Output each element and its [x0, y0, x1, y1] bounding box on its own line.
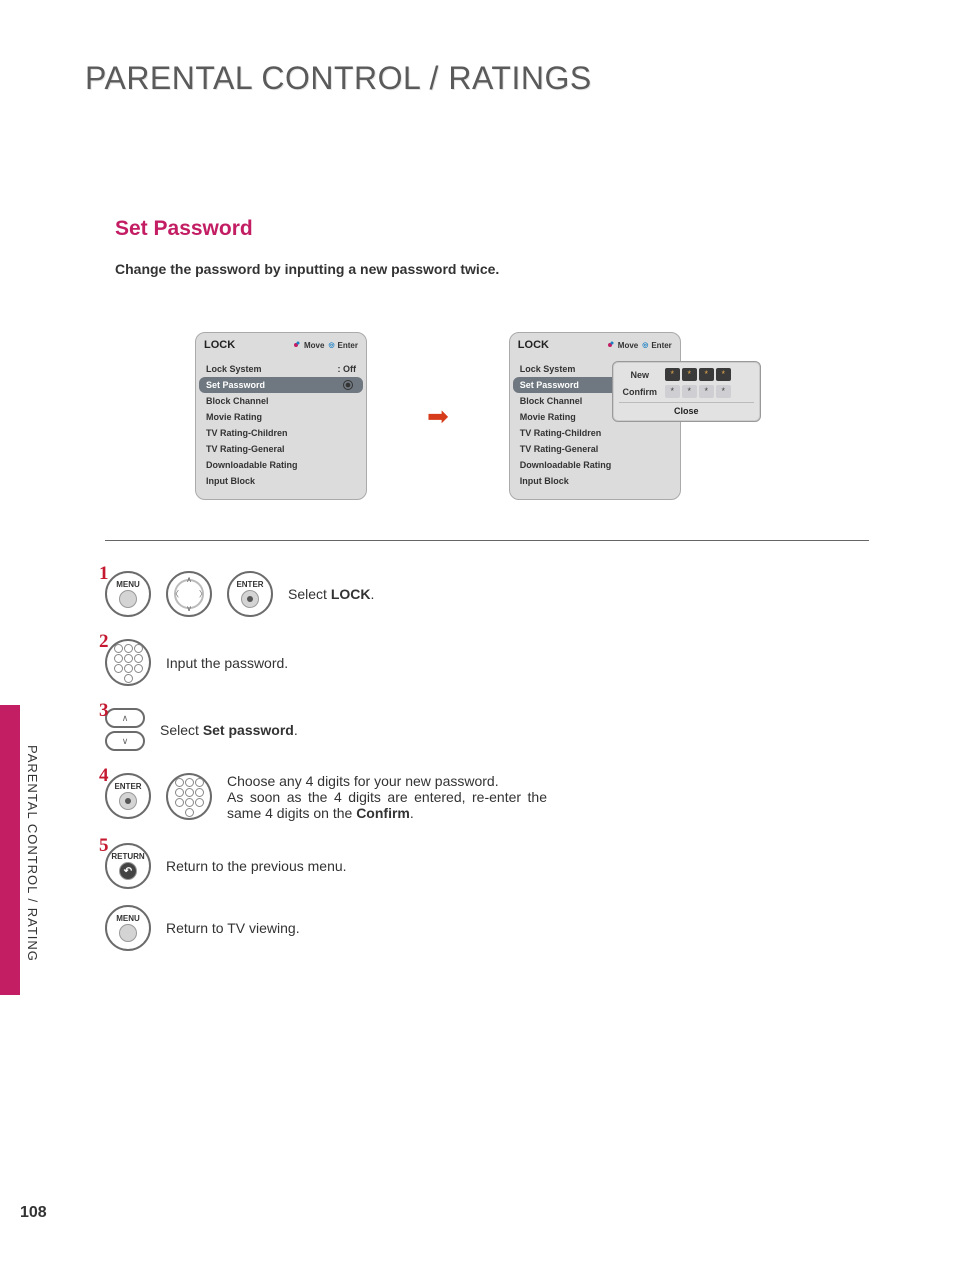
step-5: 5 RETURN ↶ Return to the previous menu. — [105, 843, 869, 889]
remote-menu-button: MENU — [105, 905, 151, 951]
button-label: MENU — [116, 914, 140, 923]
button-label: MENU — [116, 580, 140, 589]
step-6: MENU Return to TV viewing. — [105, 905, 869, 951]
osd-title: LOCK — [518, 339, 601, 351]
osd-title: LOCK — [204, 339, 287, 351]
pin-cell: * — [716, 385, 731, 398]
spine-title: PARENTAL CONTROL / RATING — [25, 745, 40, 962]
pin-cell: * — [665, 368, 680, 381]
password-popup: New * * * * Confirm * * * * — [612, 361, 761, 422]
step-text: Choose any 4 digits for your new passwor… — [227, 773, 547, 821]
popup-new-label: New — [619, 370, 661, 380]
osd-item-tv-rating-children: TV Rating-Children — [510, 425, 680, 441]
remote-updown-icon: ∧ ∨ — [105, 708, 145, 751]
step-2: 2 Input the password. — [105, 639, 869, 686]
page-number: 108 — [20, 1204, 47, 1222]
enter-label: Enter — [651, 341, 671, 350]
osd-menu-left: LOCK Move ◎ Enter Lock System: Off Set Pa… — [195, 332, 367, 500]
remote-menu-button: MENU — [105, 571, 151, 617]
enter-icon: ◎ — [328, 341, 334, 349]
pin-cell: * — [699, 368, 714, 381]
osd-item-downloadable-rating: Downloadable Rating — [510, 457, 680, 473]
step-number: 2 — [99, 631, 109, 653]
step-text: Return to the previous menu. — [166, 858, 347, 874]
remote-number-pad-icon — [166, 773, 212, 820]
button-label: ENTER — [114, 782, 141, 791]
osd-item-downloadable-rating: Downloadable Rating — [196, 457, 366, 473]
step-number: 5 — [99, 835, 109, 857]
osd-item-movie-rating: Movie Rating — [196, 409, 366, 425]
popup-confirm-label: Confirm — [619, 387, 661, 397]
step-4: 4 ENTER Choose any 4 digits for your new… — [105, 773, 869, 821]
step-text: Input the password. — [166, 655, 288, 671]
osd-item-input-block: Input Block — [510, 473, 680, 489]
step-text: Return to TV viewing. — [166, 920, 300, 936]
move-label: Move — [618, 341, 638, 350]
page-title: PARENTAL CONTROL / RATINGS — [85, 60, 869, 97]
move-label: Move — [304, 341, 324, 350]
step-number: 1 — [99, 563, 109, 585]
step-text: Select Set password. — [160, 722, 298, 738]
remote-number-pad-icon — [105, 639, 151, 686]
step-3: 3 ∧ ∨ Select Set password. — [105, 708, 869, 751]
divider — [105, 540, 869, 541]
remote-return-button: RETURN ↶ — [105, 843, 151, 889]
section-description: Change the password by inputting a new p… — [115, 261, 869, 277]
section-heading: Set Password — [115, 217, 869, 241]
step-number: 4 — [99, 765, 109, 787]
pin-cell: * — [716, 368, 731, 381]
spine-marker — [0, 705, 20, 995]
button-label: ENTER — [236, 580, 263, 589]
move-icon — [291, 340, 301, 350]
osd-item-set-password: Set Password — [199, 377, 363, 393]
button-label: RETURN — [111, 852, 144, 861]
remote-dpad-icon: ∧∨ 〈〉 — [166, 571, 212, 617]
osd-illustration-row: LOCK Move ◎Enter Lock System: Off Set Pa… — [195, 332, 869, 500]
pin-cell: * — [682, 368, 697, 381]
step-number: 3 — [99, 700, 109, 722]
step-text: Select LOCK. — [288, 586, 374, 602]
osd-item-tv-rating-general: TV Rating-General — [510, 441, 680, 457]
enter-label: Enter — [338, 341, 358, 350]
remote-enter-button: ENTER — [105, 773, 151, 819]
osd-item-tv-rating-general: TV Rating-General — [196, 441, 366, 457]
remote-enter-button: ENTER — [227, 571, 273, 617]
popup-close-label: Close — [619, 402, 754, 417]
osd-item-lock-system: Lock System: Off — [196, 361, 366, 377]
move-icon — [605, 340, 615, 350]
pin-cell: * — [665, 385, 680, 398]
step-1: 1 MENU ∧∨ 〈〉 ENTER Select LOCK. — [105, 571, 869, 617]
pin-cell: * — [682, 385, 697, 398]
osd-item-tv-rating-children: TV Rating-Children — [196, 425, 366, 441]
steps-list: 1 MENU ∧∨ 〈〉 ENTER Select LOCK. 2 — [105, 571, 869, 951]
pin-cell: * — [699, 385, 714, 398]
arrow-right-icon: ➡ — [427, 401, 449, 432]
osd-item-input-block: Input Block — [196, 473, 366, 489]
osd-item-block-channel: Block Channel — [196, 393, 366, 409]
selection-dot-icon — [343, 380, 353, 390]
enter-icon: ◎ — [642, 341, 648, 349]
